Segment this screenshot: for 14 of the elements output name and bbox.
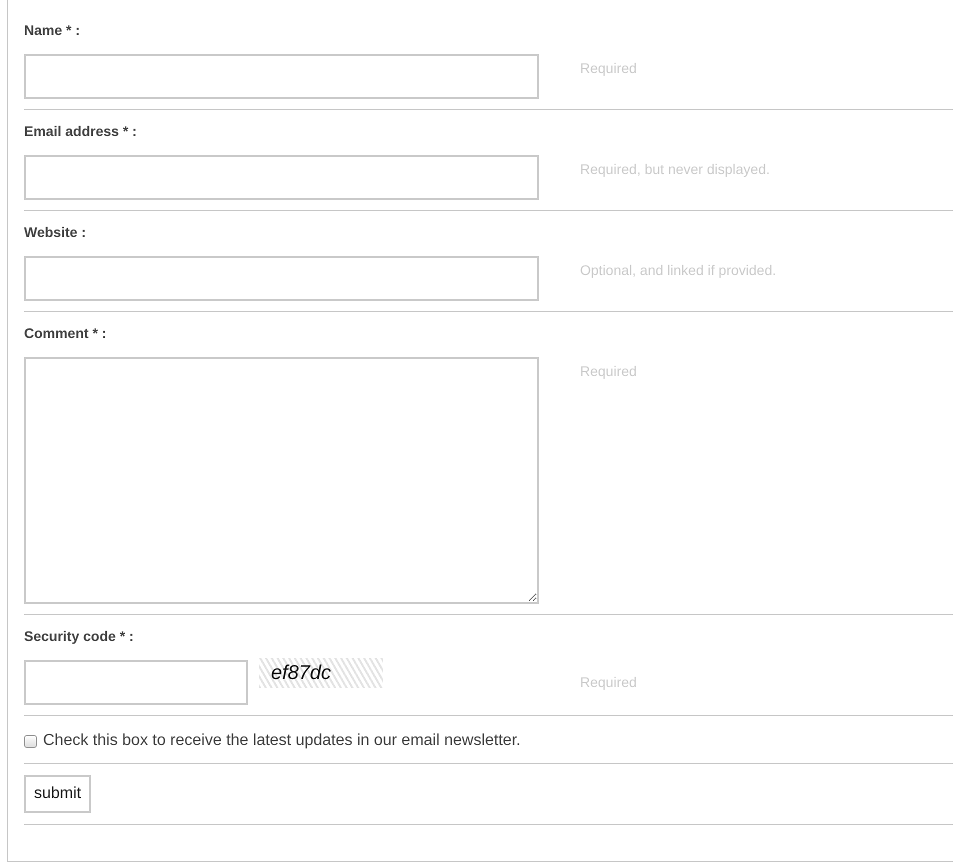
input-field[interactable] <box>24 54 539 99</box>
input-field[interactable] <box>24 660 248 705</box>
checkbox-label: Check this box to receive the latest updates in our email newsletter. <box>43 732 521 750</box>
field-label: Website : <box>24 223 87 242</box>
input-field[interactable] <box>24 256 539 301</box>
captcha-image: ef87dc <box>259 658 383 688</box>
input-field[interactable] <box>24 155 539 200</box>
field-label: Security code * : <box>24 627 135 646</box>
field-label: Email address * : <box>24 122 138 141</box>
field-label: Name * : <box>24 21 82 40</box>
field-label: Comment * : <box>24 324 108 343</box>
comment-field[interactable] <box>24 357 539 604</box>
checkbox[interactable] <box>24 734 37 748</box>
submit-button[interactable]: submit <box>24 775 92 813</box>
